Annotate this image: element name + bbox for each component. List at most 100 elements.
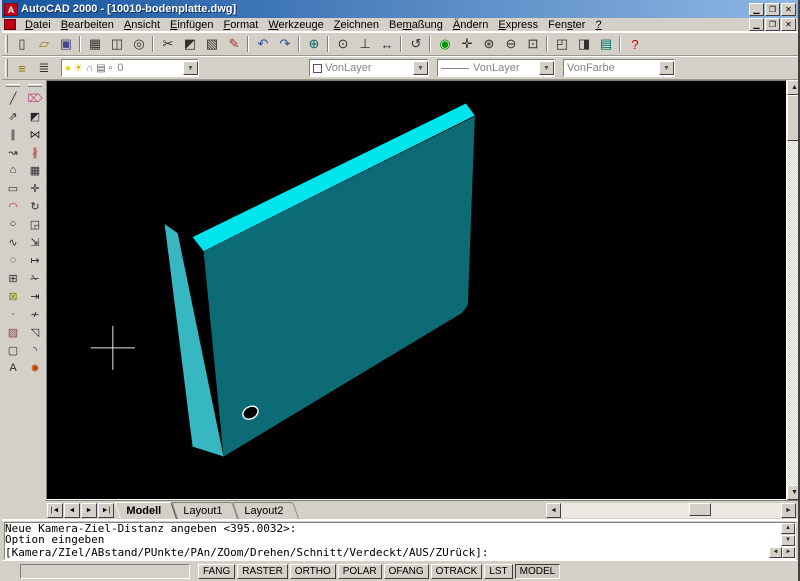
distance-button[interactable]: ↔ (376, 34, 398, 54)
layer-on[interactable]: ● (65, 63, 71, 74)
save-button[interactable]: ▣ (55, 34, 77, 54)
command-scrollbar[interactable]: ▲ ▼ (781, 523, 795, 546)
multiline-button[interactable]: ∥ (3, 125, 23, 143)
layer-lock[interactable]: ∩ (86, 63, 93, 74)
stretch-button[interactable]: ⇲ (25, 233, 45, 251)
rotate-button[interactable]: ↻ (25, 197, 45, 215)
make-object-layer-current-button[interactable]: ≡ (11, 58, 33, 78)
move-button[interactable]: ✛ (25, 179, 45, 197)
close-button[interactable]: ✕ (781, 2, 796, 16)
trim-button[interactable]: ✁ (25, 269, 45, 287)
toolbar-grip[interactable] (28, 84, 42, 87)
chamfer-button[interactable]: ◹ (25, 323, 45, 341)
properties-button[interactable]: ◨ (573, 34, 595, 54)
otrack[interactable]: OTRACK (430, 563, 483, 579)
print-button[interactable]: ▦ (79, 34, 106, 54)
insert-hyperlink-button[interactable]: ⊕ (298, 34, 325, 54)
prev-tab[interactable]: ◄ (64, 503, 80, 518)
redraw-button[interactable]: ↺ (400, 34, 427, 54)
aerial-view-button[interactable]: ◰ (546, 34, 573, 54)
lst[interactable]: LST (484, 563, 513, 579)
make-block-button[interactable]: ⊠ (3, 287, 23, 305)
undo-button[interactable]: ↶ (247, 34, 274, 54)
new-button[interactable]: ▯ (11, 34, 33, 54)
redo-button[interactable]: ↷ (274, 34, 296, 54)
scroll-right-icon[interactable]: ► (781, 503, 796, 518)
help-button[interactable]: ? (619, 34, 646, 54)
lengthen-button[interactable]: ↦ (25, 251, 45, 269)
horizontal-scrollbar[interactable]: ◄ ► (546, 503, 796, 518)
pan-realtime-button[interactable]: ✛ (456, 34, 478, 54)
scroll-down-icon[interactable]: ▼ (787, 485, 798, 500)
color-combo[interactable]: VonLayer ▼ (309, 59, 429, 77)
explode-button[interactable]: ✸ (25, 359, 45, 377)
open-button[interactable]: ▱ (33, 34, 55, 54)
construction-line-button[interactable]: ⇗ (3, 107, 23, 125)
ellipse-button[interactable]: ◌ (3, 251, 23, 269)
child-minimize-button[interactable]: ▁ (749, 18, 764, 31)
autocad-app-icon[interactable]: A (4, 2, 18, 16)
zoom-previous-button[interactable]: ⊖ (500, 34, 522, 54)
bearbeiten[interactable]: Bearbeiten (56, 19, 119, 31)
print-preview-button[interactable]: ◫ (106, 34, 128, 54)
bemassung[interactable]: Bemaßung (384, 19, 448, 31)
ortho[interactable]: ORTHO (289, 563, 336, 579)
command-history[interactable]: Neue Kamera-Ziel-Distanz angeben <395.00… (4, 522, 796, 547)
extend-button[interactable]: ⇥ (25, 287, 45, 305)
ucs-button[interactable]: ⊥ (354, 34, 376, 54)
scroll-up-icon[interactable]: ▲ (781, 523, 795, 534)
temporary-track-point-button[interactable]: ⊙ (327, 34, 354, 54)
copy-object-button[interactable]: ◩ (25, 107, 45, 125)
layout1[interactable]: Layout1 (171, 502, 238, 519)
paste-button[interactable]: ▧ (201, 34, 223, 54)
polygon-button[interactable]: ⌂ (3, 161, 23, 179)
chevron-down-icon[interactable]: ▼ (183, 61, 198, 75)
circle-button[interactable]: ○ (3, 215, 23, 233)
ansicht[interactable]: Ansicht (119, 19, 165, 31)
hilfe[interactable]: ? (590, 19, 606, 31)
hatch-button[interactable]: ▨ (3, 323, 23, 341)
plotstyle-combo[interactable]: VonFarbe ▼ (563, 59, 675, 77)
scroll-up-icon[interactable]: ▲ (787, 80, 798, 95)
scroll-left-icon[interactable]: ◄ (546, 503, 561, 518)
scroll-right-icon[interactable]: ► (782, 547, 795, 558)
3d-orbit-button[interactable]: ◉ (429, 34, 456, 54)
mirror-button[interactable]: ⋈ (25, 125, 45, 143)
layer-color[interactable]: ▫ (109, 63, 113, 74)
zoom-realtime-button[interactable]: ⊛ (478, 34, 500, 54)
match-properties-button[interactable]: ✎ (223, 34, 245, 54)
cut-button[interactable]: ✂ (152, 34, 179, 54)
vertical-scroll-thumb[interactable] (787, 95, 798, 141)
chevron-down-icon[interactable]: ▼ (413, 61, 428, 75)
aendern[interactable]: Ändern (448, 19, 493, 31)
scroll-down-icon[interactable]: ▼ (781, 535, 795, 546)
model-viewport[interactable] (46, 80, 787, 500)
zoom-window-button[interactable]: ⊡ (522, 34, 544, 54)
chevron-down-icon[interactable]: ▼ (539, 61, 554, 75)
multiline-text-button[interactable]: A (3, 359, 23, 377)
datei[interactable]: Datei (20, 19, 56, 31)
express[interactable]: Express (493, 19, 543, 31)
raster[interactable]: RASTER (237, 563, 288, 579)
zeichnen[interactable]: Zeichnen (329, 19, 384, 31)
chevron-down-icon[interactable]: ▼ (659, 61, 674, 75)
region-button[interactable]: ▢ (3, 341, 23, 359)
insert-block-button[interactable]: ⊞ (3, 269, 23, 287)
einfuegen[interactable]: Einfügen (165, 19, 218, 31)
ofang[interactable]: OFANG (383, 563, 429, 579)
toolbar-grip[interactable] (5, 59, 8, 77)
minimize-button[interactable]: ▁ (749, 2, 764, 16)
command-input[interactable]: [Kamera/ZIel/ABstand/PUnkte/PAn/ZOom/Dre… (4, 547, 796, 560)
find-button[interactable]: ◎ (128, 34, 150, 54)
next-tab[interactable]: ► (81, 503, 97, 518)
layer-plot[interactable]: ▤ (96, 63, 105, 74)
fenster[interactable]: Fenster (543, 19, 590, 31)
layers-button[interactable]: ≣ (33, 58, 55, 78)
vertical-scrollbar[interactable]: ▲ ▼ (787, 80, 798, 500)
modell[interactable]: Modell (114, 502, 177, 519)
layer-freeze[interactable]: ☀ (74, 63, 83, 74)
polar[interactable]: POLAR (337, 563, 382, 579)
copy-button[interactable]: ◩ (179, 34, 201, 54)
linetype-combo[interactable]: VonLayer ▼ (437, 59, 555, 77)
erase-button[interactable]: ⌦ (25, 89, 45, 107)
